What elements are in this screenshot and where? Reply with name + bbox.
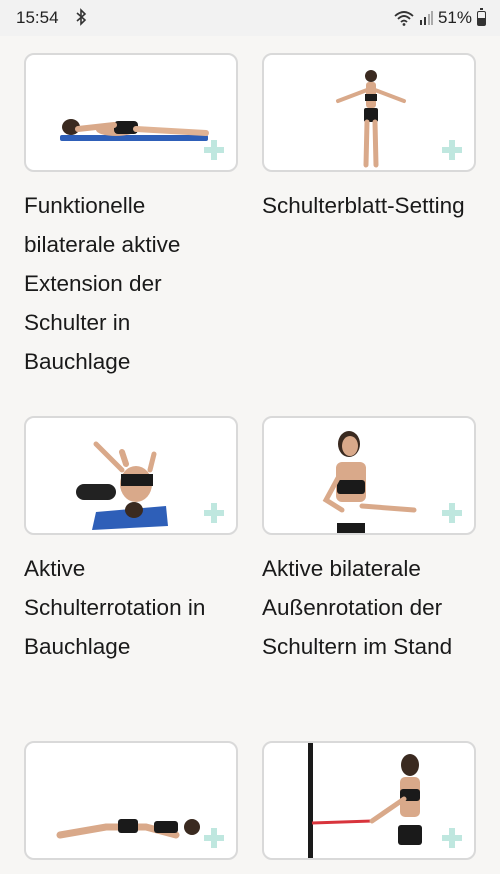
exercise-card[interactable]: Aktive bilaterale Außenrotation der Schu… (262, 416, 476, 666)
exercise-title[interactable]: Aktive bilaterale Außenrotation der Schu… (262, 549, 476, 666)
exercise-card[interactable]: Aktive Schulterrotation in Bauchlage (24, 416, 238, 666)
exercise-title[interactable]: Aktive Schulterrotation in Bauchlage (24, 549, 238, 666)
exercise-card[interactable]: Schulterblatt-Setting (262, 53, 476, 225)
exercise-card[interactable] (262, 741, 476, 874)
add-icon[interactable] (204, 503, 224, 523)
add-icon[interactable] (442, 828, 462, 848)
add-icon[interactable] (204, 828, 224, 848)
battery-icon (477, 7, 486, 26)
exercise-thumbnail[interactable] (24, 416, 238, 535)
add-icon[interactable] (442, 140, 462, 160)
battery-percent: 51% (437, 8, 472, 27)
status-indicators: 51% (394, 7, 486, 28)
exercise-thumbnail[interactable] (262, 416, 476, 535)
exercise-thumbnail[interactable] (24, 53, 238, 172)
exercise-title[interactable]: Schulterblatt-Setting (262, 186, 476, 225)
wifi-icon (394, 11, 414, 26)
exercise-title[interactable]: Funktionelle bilaterale aktive Extension… (24, 186, 238, 381)
exercise-card[interactable] (24, 741, 238, 874)
status-bar: 15:54 51% (0, 0, 500, 36)
exercise-thumbnail[interactable] (24, 741, 238, 860)
exercise-card[interactable]: Funktionelle bilaterale aktive Extension… (24, 53, 238, 381)
add-icon[interactable] (442, 503, 462, 523)
exercise-thumbnail[interactable] (262, 741, 476, 860)
exercise-thumbnail[interactable] (262, 53, 476, 172)
bluetooth-icon (76, 8, 87, 26)
status-time: 15:54 (16, 8, 59, 27)
signal-icon (419, 11, 433, 25)
add-icon[interactable] (204, 140, 224, 160)
